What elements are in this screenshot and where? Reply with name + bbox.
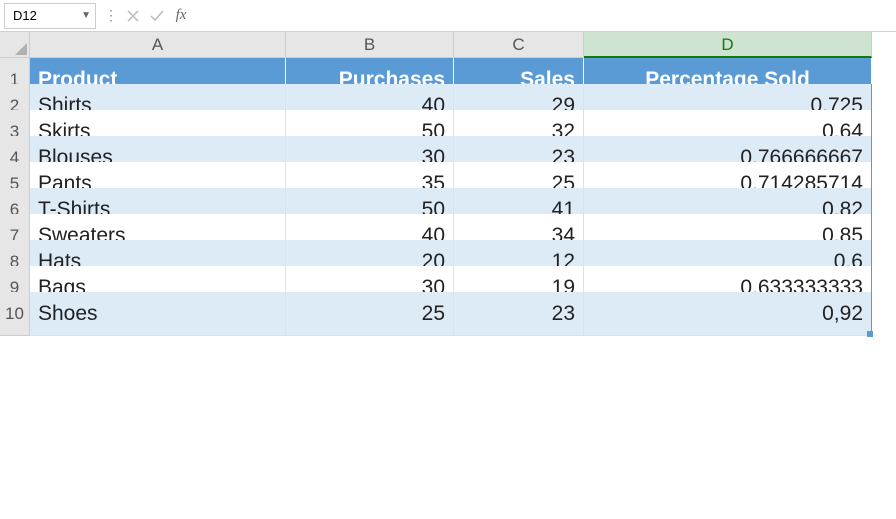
name-box[interactable]: D12 ▼: [4, 3, 96, 29]
cell-product[interactable]: Shoes: [30, 292, 286, 336]
formula-input[interactable]: [194, 3, 896, 29]
col-head-b[interactable]: B: [286, 32, 454, 58]
col-head-d[interactable]: D: [584, 32, 872, 58]
cell-sales[interactable]: 23: [454, 292, 584, 336]
name-box-value: D12: [13, 8, 37, 23]
cell-pct[interactable]: 0,92: [584, 292, 872, 336]
separator: ⋮: [102, 7, 120, 24]
confirm-icon[interactable]: [148, 7, 166, 25]
spreadsheet-grid[interactable]: A B C D 1 Product Purchases Sales Percen…: [0, 32, 896, 318]
select-all-corner[interactable]: [0, 32, 30, 58]
cancel-icon[interactable]: [124, 7, 142, 25]
formula-bar: D12 ▼ ⋮ fx: [0, 0, 896, 32]
formula-bar-buttons: fx: [120, 7, 194, 25]
col-head-a[interactable]: A: [30, 32, 286, 58]
col-head-c[interactable]: C: [454, 32, 584, 58]
row-head[interactable]: 10: [0, 292, 30, 336]
cell-purchases[interactable]: 25: [286, 292, 454, 336]
chevron-down-icon[interactable]: ▼: [81, 10, 91, 21]
fx-icon[interactable]: fx: [172, 7, 190, 25]
